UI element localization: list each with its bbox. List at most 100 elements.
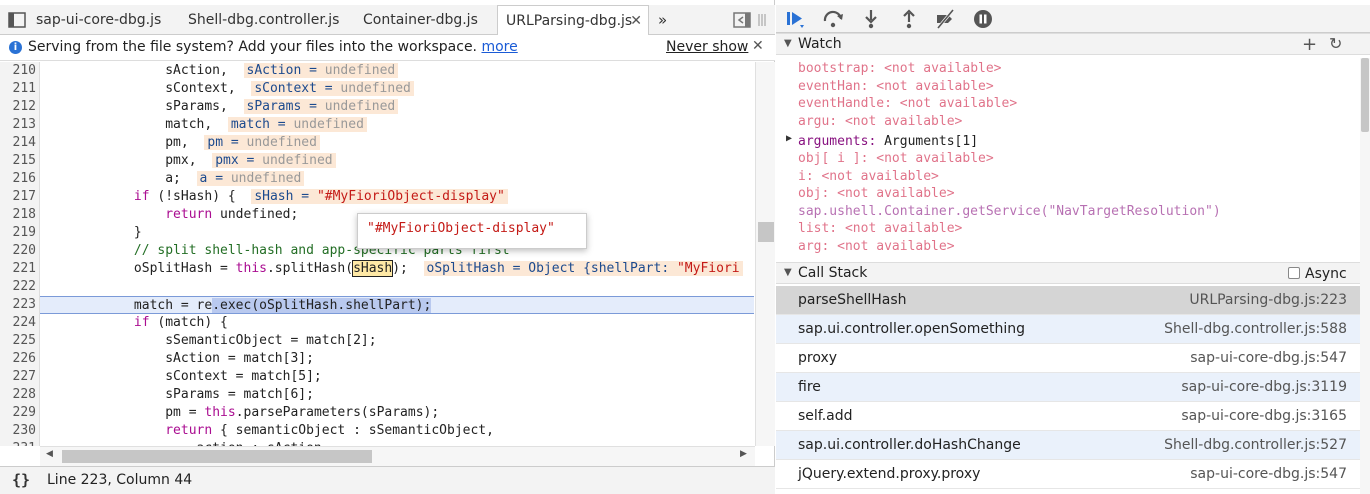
line-number[interactable]: 229 [0, 404, 36, 422]
frame-function: proxy [798, 350, 838, 366]
call-frame[interactable]: sap.ui.controller.openSomething Shell-dbg… [776, 315, 1360, 344]
frame-function: sap.ui.controller.doHashChange [798, 437, 1021, 453]
watch-list: bootstrap: <not available> eventHan: <no… [776, 58, 1360, 258]
workspace-infobar: i Serving from the file system? Add your… [0, 35, 775, 61]
editor-horizontal-scrollbar[interactable]: ◀ ▶ [40, 446, 755, 466]
watch-item[interactable]: eventHandle: <not available> [798, 95, 1017, 112]
line-number[interactable]: 212 [0, 98, 36, 116]
watch-item[interactable]: sap.ushell.Container.getService("NavTarg… [798, 203, 1221, 220]
pause-on-exceptions-icon[interactable] [972, 8, 994, 30]
refresh-watch-icon[interactable]: ↻ [1329, 34, 1342, 53]
tab-container[interactable]: Container-dbg.js [355, 5, 495, 35]
close-tab-icon[interactable]: ✕ [630, 6, 642, 36]
line-number[interactable]: 215 [0, 152, 36, 170]
line-number[interactable]: 228 [0, 386, 36, 404]
toggle-navigator-icon[interactable] [8, 11, 26, 29]
line-number[interactable]: 218 [0, 206, 36, 224]
step-into-icon[interactable] [860, 8, 882, 30]
watch-item[interactable]: obj[ i ]: <not available> [798, 150, 994, 167]
call-frame[interactable]: parseShellHash URLParsing-dbg.js:223 [776, 286, 1360, 315]
line-number[interactable]: 226 [0, 350, 36, 368]
frame-location[interactable]: sap-ui-core-dbg.js:3119 [1181, 379, 1347, 395]
frame-function: fire [798, 379, 821, 395]
tab-urlparsing[interactable]: URLParsing-dbg.js ✕ [497, 5, 649, 36]
async-label: Async [1305, 266, 1347, 282]
code-line: pm = this.parseParameters(sParams); [40, 405, 440, 420]
deactivate-breakpoints-icon[interactable] [934, 8, 956, 30]
watch-item[interactable]: bootstrap: <not available> [798, 60, 1002, 77]
line-number[interactable]: 220 [0, 242, 36, 260]
tab-label: Shell-dbg.controller.js [188, 12, 340, 28]
line-number[interactable]: 216 [0, 170, 36, 188]
editor-vertical-scrollbar[interactable] [755, 62, 775, 446]
code-editor[interactable]: 210 211 212 213 214 215 216 217 218 219 … [0, 62, 775, 446]
line-number[interactable]: 221 [0, 260, 36, 278]
call-stack-title: Call Stack [798, 265, 868, 281]
more-link[interactable]: more [481, 39, 517, 55]
call-frame[interactable]: proxy sap-ui-core-dbg.js:547 [776, 344, 1360, 373]
frame-location[interactable]: sap-ui-core-dbg.js:3165 [1181, 408, 1347, 424]
close-infobar-icon[interactable]: ✕ [752, 38, 764, 54]
watch-item[interactable]: arg: <not available> [798, 238, 955, 255]
code-line: sParams = match[6]; [40, 387, 314, 402]
watch-title: Watch [798, 36, 842, 52]
line-number[interactable]: 225 [0, 332, 36, 350]
frame-location[interactable]: sap-ui-core-dbg.js:547 [1190, 466, 1347, 482]
more-tabs-icon[interactable]: » [650, 5, 674, 35]
scrollbar-thumb[interactable] [758, 222, 774, 242]
add-watch-icon[interactable]: + [1302, 34, 1317, 55]
watch-item[interactable]: argu: <not available> [798, 113, 962, 130]
scroll-left-icon[interactable]: ◀ [46, 449, 53, 459]
async-checkbox[interactable]: Async [1288, 266, 1347, 282]
code-line: if (!sHash) { sHash = "#MyFioriObject-di… [40, 188, 754, 206]
watch-item[interactable]: obj: <not available> [798, 185, 955, 202]
line-number[interactable]: 214 [0, 134, 36, 152]
call-frame[interactable]: jQuery.extend.proxy.proxy sap-ui-core-dbg… [776, 460, 1360, 489]
frame-location[interactable]: Shell-dbg.controller.js:527 [1164, 437, 1347, 453]
line-number[interactable]: 211 [0, 80, 36, 98]
line-number[interactable]: 227 [0, 368, 36, 386]
current-execution-line: match = re.exec(oSplitHash.shellPart); [40, 296, 754, 314]
never-show-link[interactable]: Never show [666, 39, 748, 55]
watch-header[interactable]: ▼ Watch + ↻ [776, 33, 1370, 55]
expand-arguments-icon[interactable]: ▶ [786, 133, 792, 144]
call-frame[interactable]: sap.ui.controller.doHashChange Shell-dbg.… [776, 431, 1360, 460]
code-line: sContext = match[5]; [40, 369, 322, 384]
drag-handle-icon[interactable] [756, 11, 768, 29]
watch-item[interactable]: eventHan: <not available> [798, 78, 994, 95]
step-out-icon[interactable] [898, 8, 920, 30]
frame-function: sap.ui.controller.openSomething [798, 321, 1026, 337]
line-number[interactable]: 213 [0, 116, 36, 134]
frame-location[interactable]: sap-ui-core-dbg.js:547 [1190, 350, 1347, 366]
frame-location[interactable]: URLParsing-dbg.js:223 [1189, 292, 1347, 308]
watch-item-arguments[interactable]: arguments: Arguments[1] [798, 133, 978, 150]
resume-icon[interactable] [784, 8, 806, 30]
sidebar-scrollbar[interactable] [1360, 58, 1370, 494]
scroll-right-icon[interactable]: ▶ [740, 449, 747, 459]
line-number[interactable]: 219 [0, 224, 36, 242]
call-stack-header[interactable]: ▼ Call Stack [776, 262, 1360, 284]
line-number[interactable]: 210 [0, 62, 36, 80]
line-number[interactable]: 222 [0, 278, 36, 296]
pretty-print-icon[interactable]: {} [12, 471, 30, 489]
scrollbar-thumb[interactable] [62, 450, 372, 463]
step-over-icon[interactable] [822, 8, 844, 30]
call-frame[interactable]: self.add sap-ui-core-dbg.js:3165 [776, 402, 1360, 431]
tab-label: Container-dbg.js [363, 12, 478, 28]
line-number[interactable]: 230 [0, 422, 36, 440]
line-number[interactable]: 223 [0, 296, 36, 314]
call-frame[interactable]: fire sap-ui-core-dbg.js:3119 [776, 373, 1360, 402]
watch-item[interactable]: i: <not available> [798, 168, 939, 185]
scrollbar-thumb[interactable] [1361, 58, 1369, 132]
toggle-debugger-icon[interactable] [733, 11, 751, 29]
frame-location[interactable]: Shell-dbg.controller.js:588 [1164, 321, 1347, 337]
checkbox-icon[interactable] [1288, 267, 1300, 279]
line-number[interactable]: 224 [0, 314, 36, 332]
line-number[interactable]: 217 [0, 188, 36, 206]
watch-item[interactable]: list: <not available> [798, 220, 962, 237]
code-line: oSplitHash = this.splitHash(sHash); oSpl… [40, 260, 754, 278]
tab-sap-ui-core[interactable]: sap-ui-core-dbg.js [28, 5, 178, 35]
tab-shell-controller[interactable]: Shell-dbg.controller.js [180, 5, 352, 35]
line-number[interactable]: 231 [0, 440, 36, 446]
